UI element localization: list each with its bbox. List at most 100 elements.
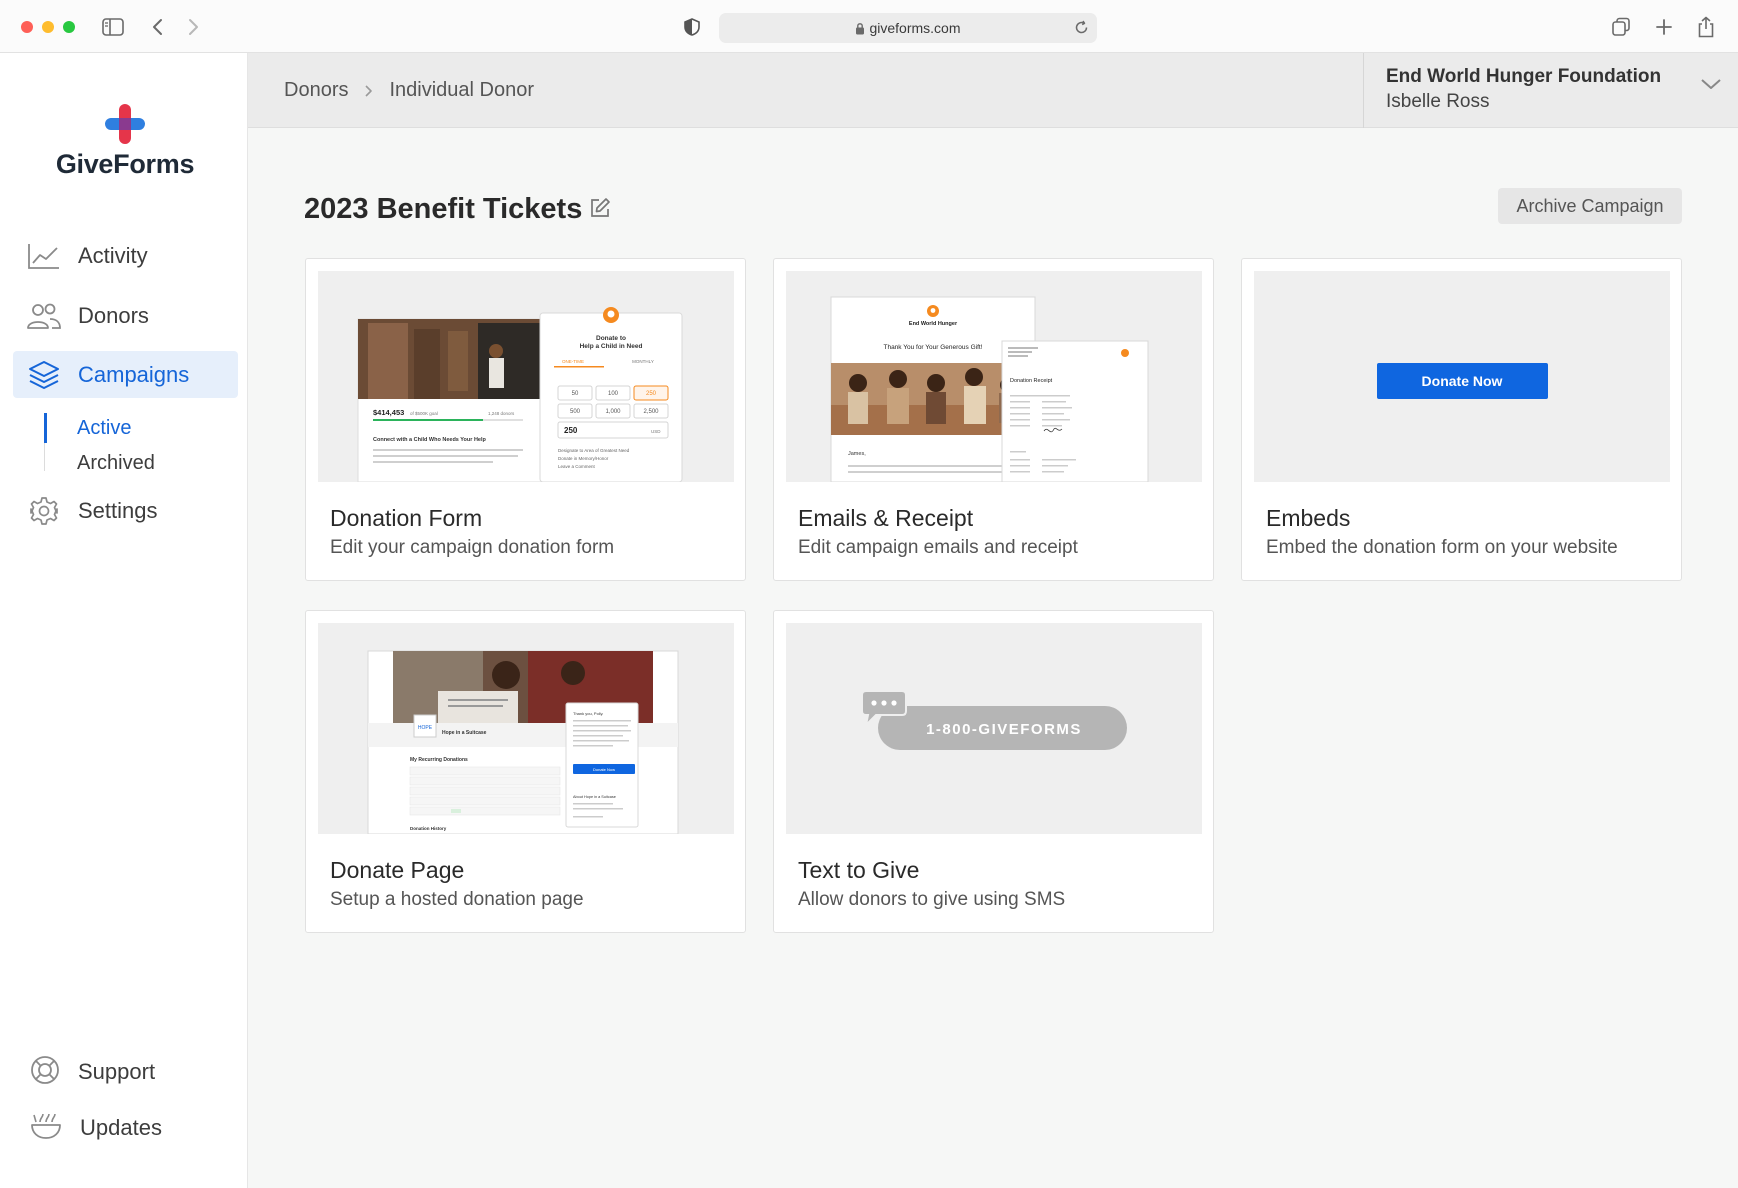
browser-toolbar: giveforms.com [0, 0, 1738, 53]
plus-logo-icon [105, 104, 145, 144]
chevron-right-icon [364, 84, 373, 98]
emails-receipt-preview: End World Hunger Thank You for Your Gene… [786, 271, 1202, 482]
new-tab-icon[interactable] [1651, 14, 1677, 40]
card-description: Embed the donation form on your website [1266, 537, 1618, 558]
donation-form-preview: $414,453 of $500K goal 1,248 donors Conn… [318, 271, 734, 482]
sidebar-toggle-icon[interactable] [100, 14, 126, 40]
preview-email-heading: Thank You for Your Generous Gift! [883, 344, 982, 351]
page-title: 2023 Benefit Tickets [304, 193, 583, 225]
zoom-window-button[interactable] [63, 21, 75, 33]
preview-amount-value: 250 [564, 426, 578, 435]
preview-donate-now-button: Donate Now [1422, 373, 1503, 389]
privacy-shield-icon[interactable] [679, 14, 705, 40]
preview-amount: 50 [572, 391, 579, 397]
preview-history: Donation History [410, 826, 447, 831]
card-title: Donate Page [330, 857, 465, 883]
main-content: Donors Individual Donor End World Hunger… [248, 53, 1738, 1188]
sidebar-item-activity[interactable]: Activity [13, 232, 238, 279]
sidebar-item-label: Updates [80, 1115, 162, 1140]
edit-pencil-icon[interactable] [589, 197, 611, 224]
donate-page-preview: HOPE Hope in a Suitcase My Recurring Don… [318, 623, 734, 834]
breadcrumb-donors[interactable]: Donors [284, 79, 348, 102]
card-description: Setup a hosted donation page [330, 889, 584, 910]
preview-donate-button: Donate Now [593, 767, 615, 772]
preview-goal: of $500K goal [410, 411, 438, 416]
subnav-item-active[interactable]: Active [77, 417, 131, 440]
sidebar-item-support[interactable]: Support [30, 1052, 155, 1092]
card-donate-page[interactable]: HOPE Hope in a Suitcase My Recurring Don… [305, 610, 746, 933]
archive-campaign-button[interactable]: Archive Campaign [1498, 188, 1682, 224]
tabs-overview-icon[interactable] [1608, 14, 1634, 40]
card-donation-form[interactable]: $414,453 of $500K goal 1,248 donors Conn… [305, 258, 746, 581]
user-name: Isbelle Ross [1386, 91, 1490, 112]
preview-memory: Donate in Memory/Honor [558, 456, 609, 461]
sidebar-item-label: Donors [78, 302, 149, 328]
chevron-down-icon [1700, 77, 1722, 96]
preview-receipt-title: Donation Receipt [1010, 378, 1053, 384]
svg-text:Donate to: Donate to [596, 335, 626, 342]
preview-tab-onetime: ONE-TIME [562, 359, 584, 364]
support-lifebuoy-icon [30, 1055, 60, 1090]
preview-org: End World Hunger [909, 321, 958, 327]
card-title: Emails & Receipt [798, 505, 974, 531]
preview-about: About Hope in a Suitcase [573, 795, 616, 799]
sidebar-item-label: Settings [78, 497, 158, 523]
preview-amount: 2,500 [643, 409, 659, 415]
subnav-item-archived[interactable]: Archived [77, 452, 155, 475]
sidebar-item-campaigns[interactable]: Campaigns [13, 351, 238, 398]
forward-icon[interactable] [180, 14, 206, 40]
card-text-to-give[interactable]: 1-800-GIVEFORMS Text to Give Allow donor… [773, 610, 1214, 933]
sidebar-item-donors[interactable]: Donors [13, 292, 238, 339]
preview-amount: 1,000 [605, 409, 621, 415]
preview-headline: Connect with a Child Who Needs Your Help [373, 437, 486, 443]
sidebar-item-settings[interactable]: Settings [13, 487, 238, 534]
lock-icon [855, 22, 865, 35]
sidebar-item-label: Activity [78, 242, 148, 268]
preview-amount: 100 [608, 391, 619, 397]
sidebar-item-updates[interactable]: Updates [30, 1108, 162, 1148]
sidebar-item-label: Campaigns [78, 361, 190, 387]
giveforms-logo[interactable]: GiveForms [50, 103, 200, 180]
account-switcher[interactable]: End World Hunger Foundation Isbelle Ross [1363, 53, 1738, 128]
card-emails-receipt[interactable]: End World Hunger Thank You for Your Gene… [773, 258, 1214, 581]
preview-org: Hope in a Suitcase [442, 730, 487, 736]
card-embeds[interactable]: Donate Now Embeds Embed the donation for… [1241, 258, 1682, 581]
donors-people-icon [26, 301, 62, 331]
preview-phone-number: 1-800-GIVEFORMS [926, 721, 1082, 738]
sidebar-item-label: Support [78, 1059, 156, 1084]
close-window-button[interactable] [21, 21, 33, 33]
minimize-window-button[interactable] [42, 21, 54, 33]
top-bar: Donors Individual Donor End World Hunger… [248, 53, 1738, 128]
preview-greeting: James, [848, 451, 866, 457]
svg-text:HOPE: HOPE [418, 725, 433, 731]
address-bar[interactable]: giveforms.com [719, 13, 1097, 43]
preview-section: My Recurring Donations [410, 757, 468, 763]
card-description: Edit your campaign donation form [330, 537, 615, 558]
preview-amount: 500 [570, 409, 581, 415]
subnav-divider [44, 443, 45, 471]
preview-currency: USD [651, 429, 661, 434]
campaigns-layers-icon [26, 360, 62, 390]
svg-text:Help a Child in Need: Help a Child in Need [580, 343, 643, 350]
card-title: Embeds [1266, 505, 1351, 531]
preview-comment: Leave a Comment [558, 464, 596, 469]
logo-wordmark: GiveForms [55, 149, 195, 179]
back-icon[interactable] [145, 14, 171, 40]
card-description: Allow donors to give using SMS [798, 889, 1066, 910]
preview-tab-monthly: MONTHLY [632, 359, 654, 364]
sidebar: GiveForms Activity Donors Campaigns Acti… [0, 53, 248, 1188]
preview-thank-you: Thank you, Polly. [573, 711, 603, 716]
updates-bowl-icon [30, 1111, 62, 1146]
reload-icon[interactable] [1074, 20, 1089, 38]
preview-amount: 250 [646, 391, 657, 397]
text-to-give-preview: 1-800-GIVEFORMS [786, 623, 1202, 834]
settings-gear-icon [26, 496, 62, 526]
preview-raised: $414,453 [373, 408, 404, 417]
organization-name: End World Hunger Foundation [1386, 66, 1662, 87]
preview-designate: Designate to Area of Greatest Need [558, 448, 630, 453]
url-text: giveforms.com [869, 20, 961, 36]
breadcrumb-individual-donor: Individual Donor [389, 79, 535, 101]
card-description: Edit campaign emails and receipt [798, 537, 1078, 558]
share-icon[interactable] [1693, 14, 1719, 40]
activity-chart-icon [26, 241, 62, 271]
